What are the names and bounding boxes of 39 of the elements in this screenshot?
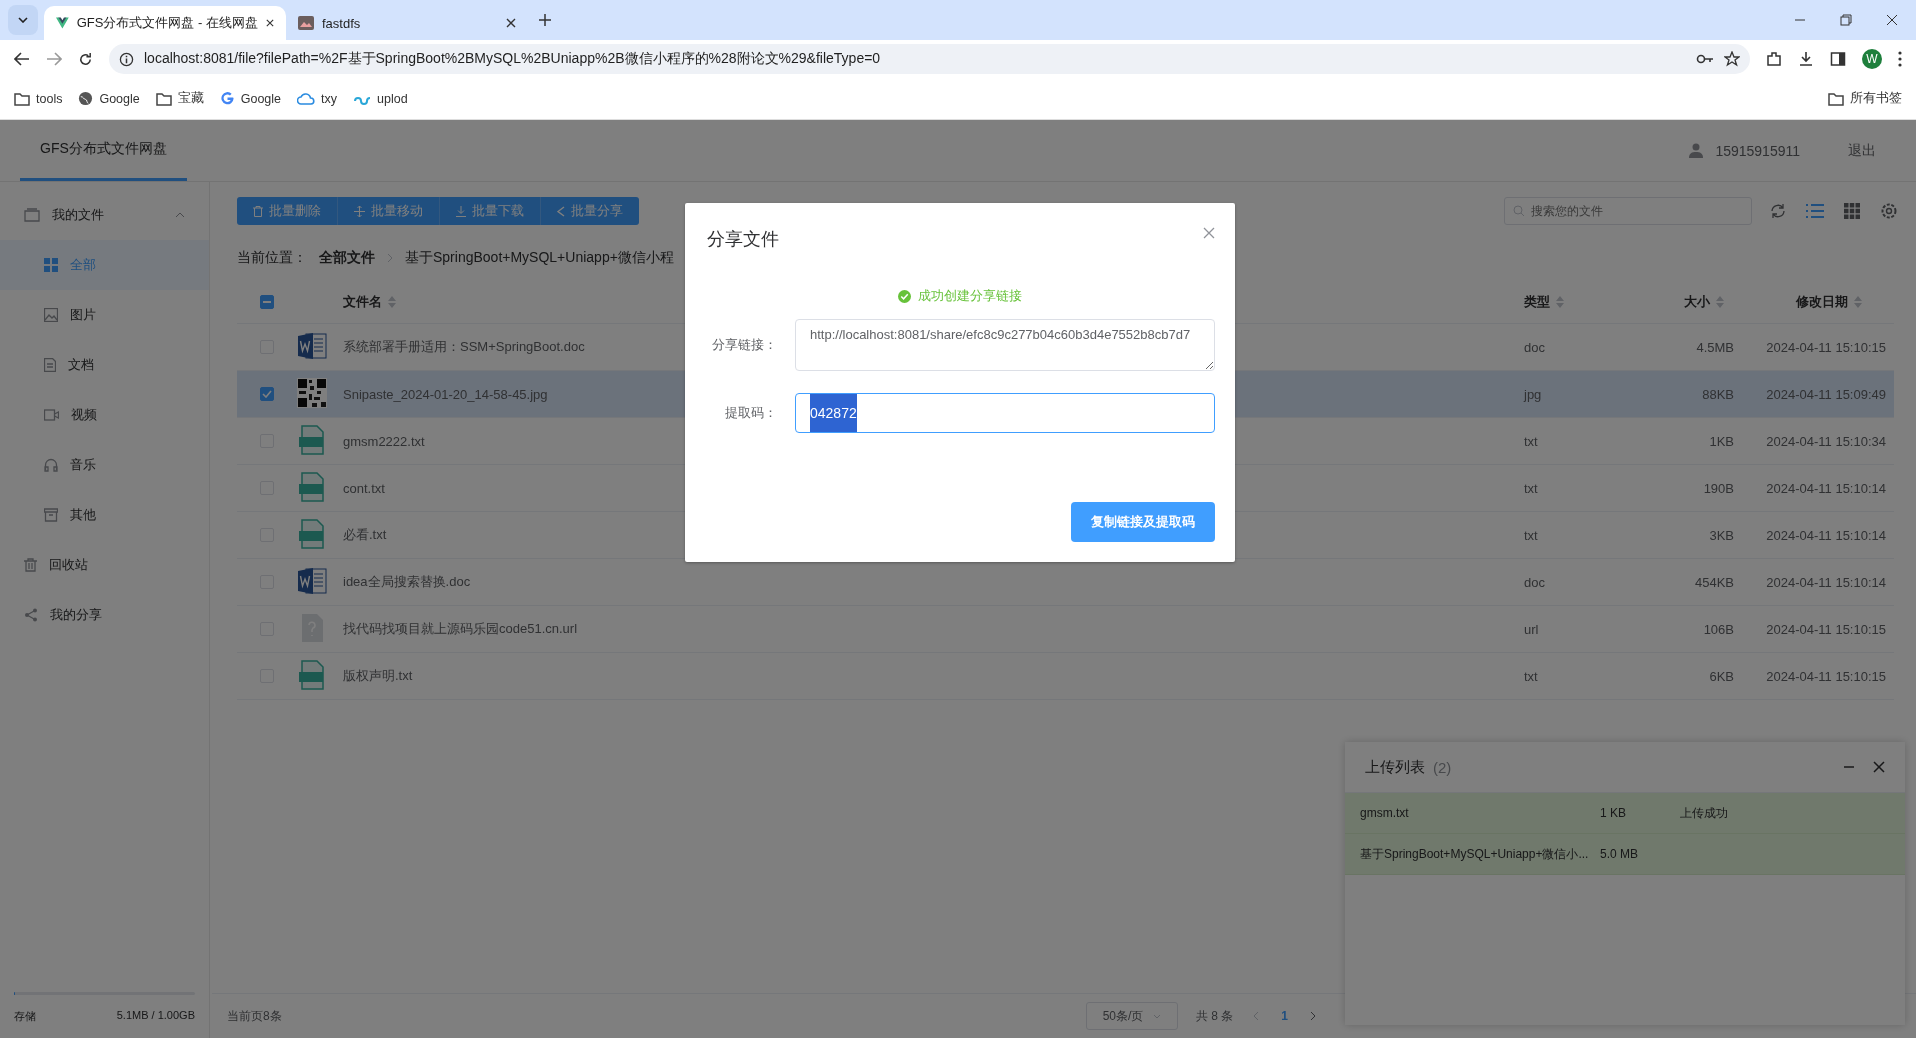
file-size: 106B: [1702, 621, 1734, 637]
file-type: txt: [1524, 527, 1539, 543]
file-size: 1KB: [1708, 433, 1734, 449]
username: 15915915911: [1715, 142, 1800, 159]
upload-file-name: gmsm.txt: [1360, 806, 1410, 820]
modified-date: 2024-04-11 15:10:15: [1765, 621, 1887, 637]
file-size: 6KB: [1708, 668, 1734, 684]
storage-label: 存储: [14, 1009, 36, 1024]
file-size: 88KB: [1701, 386, 1734, 402]
modified-date: 2024-04-11 15:10:14: [1765, 527, 1887, 543]
file-type: doc: [1524, 574, 1546, 590]
modified-date: 2024-04-11 15:10:15: [1765, 339, 1887, 355]
total-count: 共 8 条: [1195, 1007, 1234, 1025]
file-size: 3KB: [1708, 527, 1734, 543]
modified-date: 2024-04-11 15:10:15: [1765, 668, 1887, 684]
file-type: url: [1524, 621, 1540, 637]
upload-file-size: 1 KB: [1600, 806, 1627, 820]
file-type: jpg: [1524, 386, 1543, 402]
modified-date: 2024-04-11 15:10:14: [1765, 574, 1887, 590]
breadcrumb-label: 当前位置：: [237, 249, 307, 267]
modified-date: 2024-04-11 15:10:14: [1765, 480, 1887, 496]
upload-file-name: 基于SpringBoot+MySQL+Uniapp+微信小...: [1360, 845, 1590, 863]
file-type: txt: [1524, 668, 1539, 684]
storage-usage: 5.1MB / 1.00GB: [116, 1009, 195, 1023]
modified-date: 2024-04-11 15:09:49: [1765, 386, 1887, 402]
upload-status: 上传成功: [1680, 804, 1728, 822]
field-label: 分享链接：: [711, 336, 777, 354]
upload-file-size: 5.0 MB: [1600, 847, 1639, 861]
file-size: 190B: [1702, 480, 1734, 496]
success-message: 成功创建分享链接: [918, 287, 1022, 305]
file-type: txt: [1524, 480, 1539, 496]
dialog-title: 分享文件: [706, 228, 779, 251]
panel-title: 上传列表: [1365, 757, 1425, 777]
file-type: doc: [1524, 339, 1546, 355]
modified-date: 2024-04-11 15:10:34: [1765, 433, 1887, 449]
file-size: 4.5MB: [1695, 339, 1734, 355]
file-size: 454KB: [1693, 574, 1734, 590]
file-type: txt: [1524, 433, 1539, 449]
page-info: 当前页8条: [227, 1007, 282, 1025]
